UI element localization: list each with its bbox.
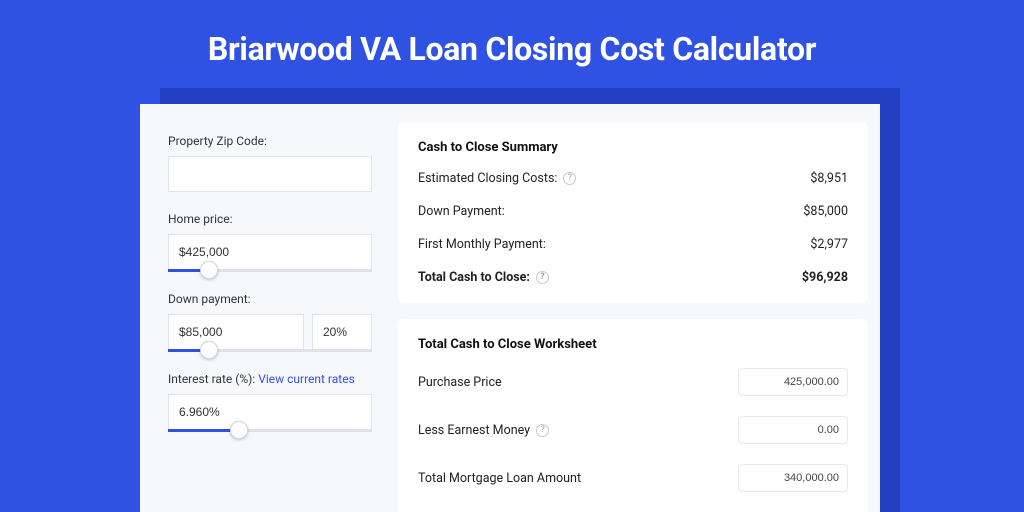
interest-rate-slider[interactable] xyxy=(168,429,372,432)
zip-label: Property Zip Code: xyxy=(168,134,372,148)
worksheet-row: Less Earnest Money ? xyxy=(418,416,848,444)
summary-row-value: $96,928 xyxy=(802,270,848,285)
down-payment-pct-input[interactable] xyxy=(312,314,372,350)
slider-track xyxy=(168,349,372,352)
home-price-label: Home price: xyxy=(168,212,372,226)
worksheet-title: Total Cash to Close Worksheet xyxy=(418,337,848,352)
interest-rate-field: Interest rate (%): View current rates xyxy=(168,372,372,432)
worksheet-row: Total Mortgage Loan Amount xyxy=(418,464,848,492)
summary-row-label: First Monthly Payment: xyxy=(418,237,546,252)
down-payment-label: Down payment: xyxy=(168,292,372,306)
zip-field: Property Zip Code: xyxy=(168,134,372,192)
summary-row: Estimated Closing Costs: ? $8,951 xyxy=(418,171,848,186)
slider-thumb[interactable] xyxy=(200,261,218,279)
zip-input[interactable] xyxy=(168,156,372,192)
summary-card: Cash to Close Summary Estimated Closing … xyxy=(398,122,868,303)
slider-fill xyxy=(168,429,239,432)
worksheet-row-input[interactable] xyxy=(738,464,848,492)
summary-row: Down Payment: $85,000 xyxy=(418,204,848,219)
help-icon[interactable]: ? xyxy=(536,271,549,284)
calculator-panel: Property Zip Code: Home price: Down paym… xyxy=(140,104,880,512)
results-column: Cash to Close Summary Estimated Closing … xyxy=(390,104,880,512)
summary-row: First Monthly Payment: $2,977 xyxy=(418,237,848,252)
worksheet-row-input[interactable] xyxy=(738,368,848,396)
view-rates-link[interactable]: View current rates xyxy=(258,372,355,386)
slider-thumb[interactable] xyxy=(200,341,218,359)
summary-row-value: $8,951 xyxy=(810,171,848,186)
summary-row-value: $2,977 xyxy=(810,237,848,252)
summary-row-label: Total Cash to Close: xyxy=(418,270,530,285)
down-payment-slider[interactable] xyxy=(168,349,372,352)
worksheet-row-label: Less Earnest Money xyxy=(418,423,530,438)
help-icon[interactable]: ? xyxy=(536,424,549,437)
summary-row-total: Total Cash to Close: ? $96,928 xyxy=(418,270,848,285)
slider-track xyxy=(168,429,372,432)
home-price-slider[interactable] xyxy=(168,269,372,272)
worksheet-row-label: Total Mortgage Loan Amount xyxy=(418,471,581,486)
inputs-column: Property Zip Code: Home price: Down paym… xyxy=(140,104,390,512)
worksheet-row: Purchase Price xyxy=(418,368,848,396)
interest-rate-input[interactable] xyxy=(168,394,372,430)
help-icon[interactable]: ? xyxy=(563,172,576,185)
summary-row-value: $85,000 xyxy=(803,204,848,219)
down-payment-input[interactable] xyxy=(168,314,304,350)
summary-title: Cash to Close Summary xyxy=(418,140,848,155)
slider-track xyxy=(168,269,372,272)
home-price-input[interactable] xyxy=(168,234,372,270)
slider-thumb[interactable] xyxy=(230,421,248,439)
worksheet-row-label: Purchase Price xyxy=(418,375,502,390)
summary-row-label: Down Payment: xyxy=(418,204,505,219)
worksheet-row-input[interactable] xyxy=(738,416,848,444)
page-title: Briarwood VA Loan Closing Cost Calculato… xyxy=(0,0,1024,68)
interest-label-prefix: Interest rate (%): xyxy=(168,372,258,386)
home-price-field: Home price: xyxy=(168,212,372,272)
down-payment-field: Down payment: xyxy=(168,292,372,352)
worksheet-card: Total Cash to Close Worksheet Purchase P… xyxy=(398,319,868,512)
summary-row-label: Estimated Closing Costs: xyxy=(418,171,557,186)
interest-rate-label: Interest rate (%): View current rates xyxy=(168,372,372,386)
